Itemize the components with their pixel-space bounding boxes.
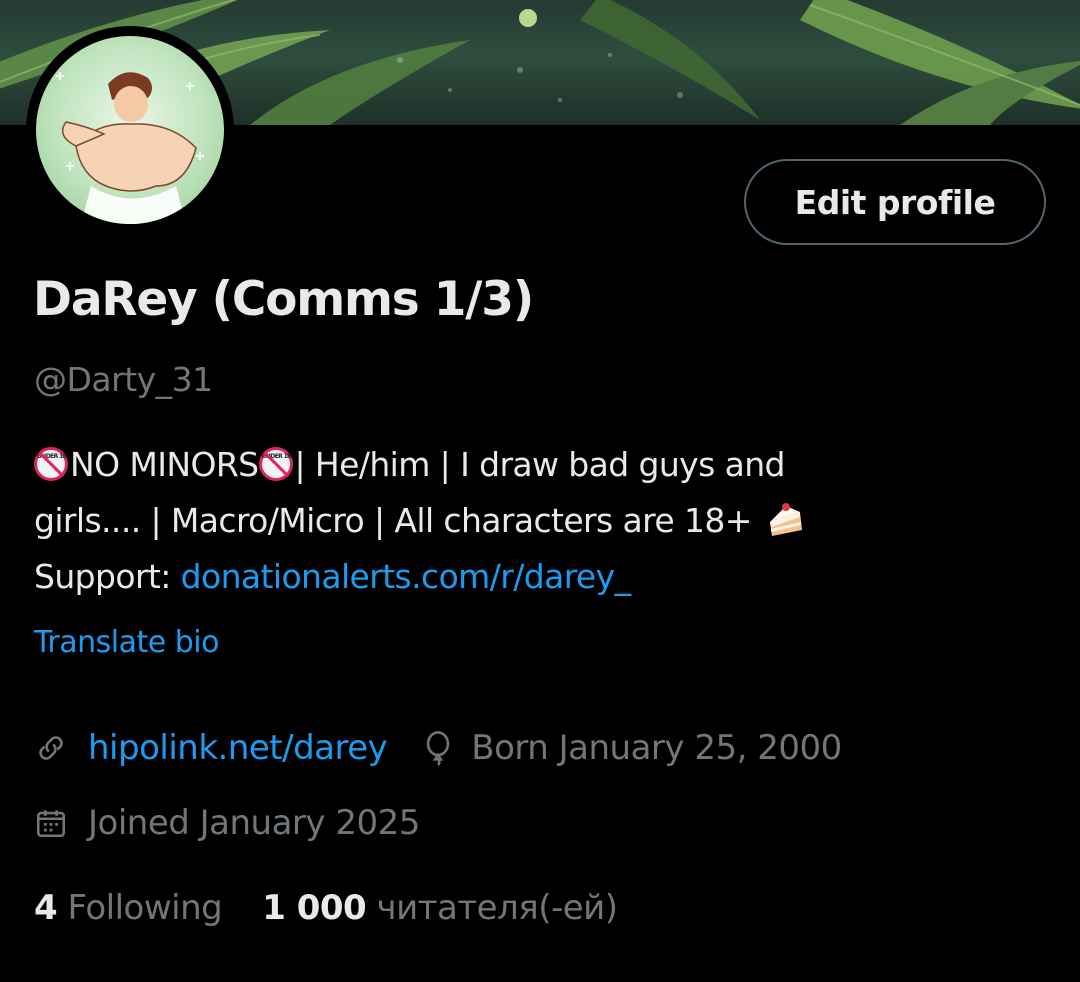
profile-bio: UNDER 18 NO MINORS UNDER 18 | He/him | I dr…	[34, 437, 1044, 605]
followers-label: читателя(-ей)	[376, 888, 619, 928]
followers-stat[interactable]: 1 000 читателя(-ей)	[262, 888, 619, 928]
cake-slice-icon	[769, 503, 802, 536]
avatar[interactable]	[26, 26, 234, 234]
joined-text: Joined January 2025	[88, 803, 420, 843]
balloon-icon	[427, 731, 450, 766]
display-name: DaRey (Comms 1/3)	[33, 272, 534, 327]
calendar-icon	[36, 810, 66, 838]
avatar-image	[36, 36, 224, 224]
bio-line-1: UNDER 18 NO MINORS UNDER 18 | He/him | I dr…	[34, 437, 1044, 493]
edit-profile-button[interactable]: Edit profile	[744, 159, 1046, 245]
followers-count: 1 000	[262, 888, 367, 928]
bio-text: Support:	[34, 557, 181, 596]
follow-stats: 4 Following 1 000 читателя(-ей)	[34, 888, 618, 928]
profile-meta-row-2: Joined January 2025	[34, 803, 420, 843]
profile-meta-row-1: hipolink.net/darey Born January 25, 2000	[34, 728, 842, 768]
bio-text: girls.... | Macro/Micro | All characters…	[34, 501, 752, 540]
bio-line-3: Support: donationalerts.com/r/darey_	[34, 549, 1044, 605]
support-link[interactable]: donationalerts.com/r/darey_	[181, 557, 631, 596]
translate-bio-link[interactable]: Translate bio	[34, 625, 219, 660]
website-link[interactable]: hipolink.net/darey	[88, 728, 388, 768]
bio-text: | He/him | I draw bad guys and	[294, 445, 786, 484]
following-label: Following	[67, 888, 223, 928]
bio-line-2: girls.... | Macro/Micro | All characters…	[34, 493, 1044, 549]
bio-text: NO MINORS	[70, 445, 259, 484]
following-count: 4	[34, 888, 58, 928]
no-under-18-icon: UNDER 18	[34, 447, 68, 481]
following-stat[interactable]: 4 Following	[34, 888, 223, 928]
user-handle: @Darty_31	[34, 360, 213, 399]
birthday-text: Born January 25, 2000	[471, 728, 842, 768]
no-under-18-icon: UNDER 18	[258, 447, 293, 481]
link-icon	[39, 736, 63, 760]
